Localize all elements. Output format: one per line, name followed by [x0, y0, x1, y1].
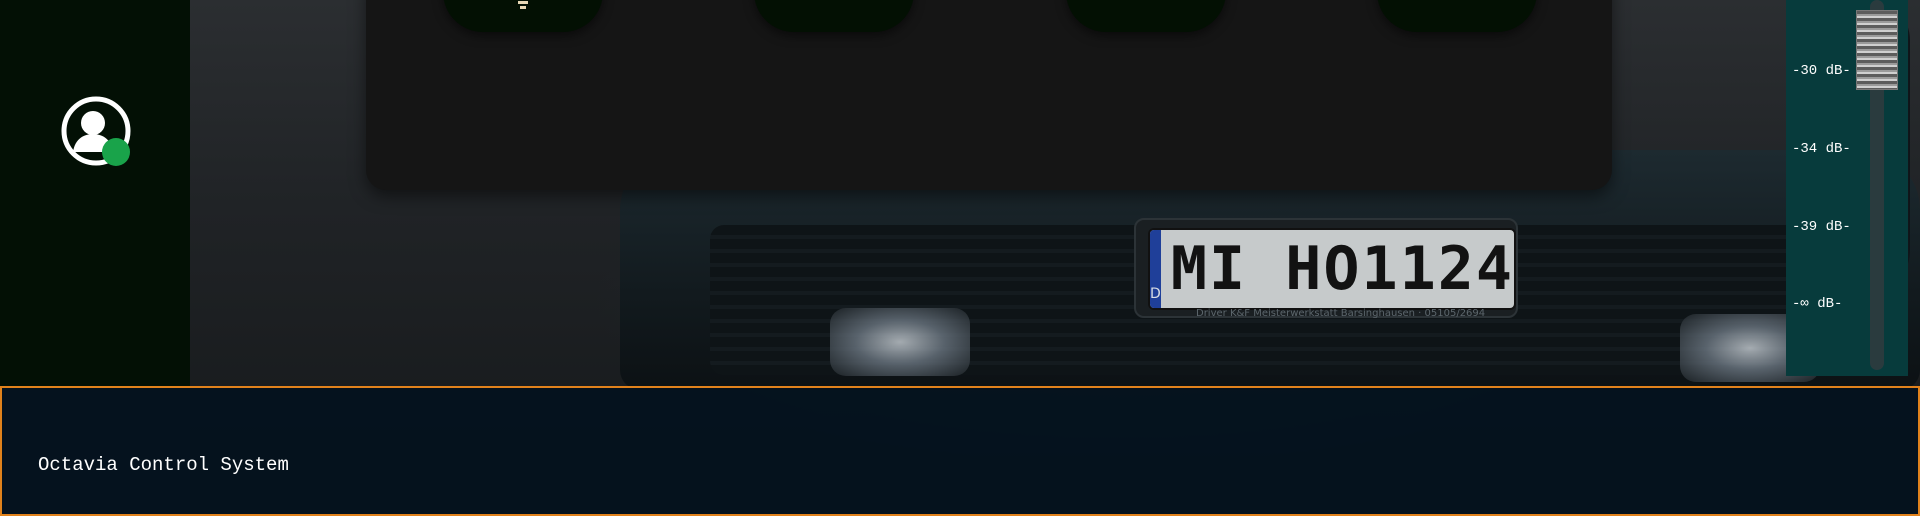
engine-icon	[1066, 0, 1226, 32]
volume-slider-handle[interactable]	[1856, 10, 1898, 90]
plate-caption: Driver K&F Meisterwerkstatt Barsinghause…	[1196, 308, 1486, 319]
app-title: Octavia Control System	[38, 454, 289, 476]
bottom-status-bar: Octavia Control System	[0, 386, 1920, 516]
lights-button[interactable]	[443, 0, 603, 32]
db-label: -∞ dB-	[1792, 296, 1843, 312]
light-bulb-icon	[518, 1, 528, 9]
top-control-panel	[366, 0, 1612, 190]
car-settings-icon	[754, 0, 914, 32]
db-label: -30 dB-	[1792, 63, 1851, 79]
blank-tile-button[interactable]	[1377, 0, 1537, 32]
license-plate: D MI HO1124	[1148, 228, 1516, 310]
sidebar	[0, 0, 190, 386]
plate-country: D	[1150, 230, 1161, 308]
vehicle-settings-button[interactable]	[754, 0, 914, 32]
engine-button[interactable]	[1066, 0, 1226, 32]
plate-text: MI HO1124	[1170, 234, 1514, 304]
status-online-indicator	[102, 138, 130, 166]
volume-meter: -30 dB- -34 dB- -39 dB- -∞ dB-	[1786, 0, 1908, 376]
db-label: -34 dB-	[1792, 141, 1851, 157]
fog-light-left	[830, 308, 970, 376]
db-label: -39 dB-	[1792, 219, 1851, 235]
